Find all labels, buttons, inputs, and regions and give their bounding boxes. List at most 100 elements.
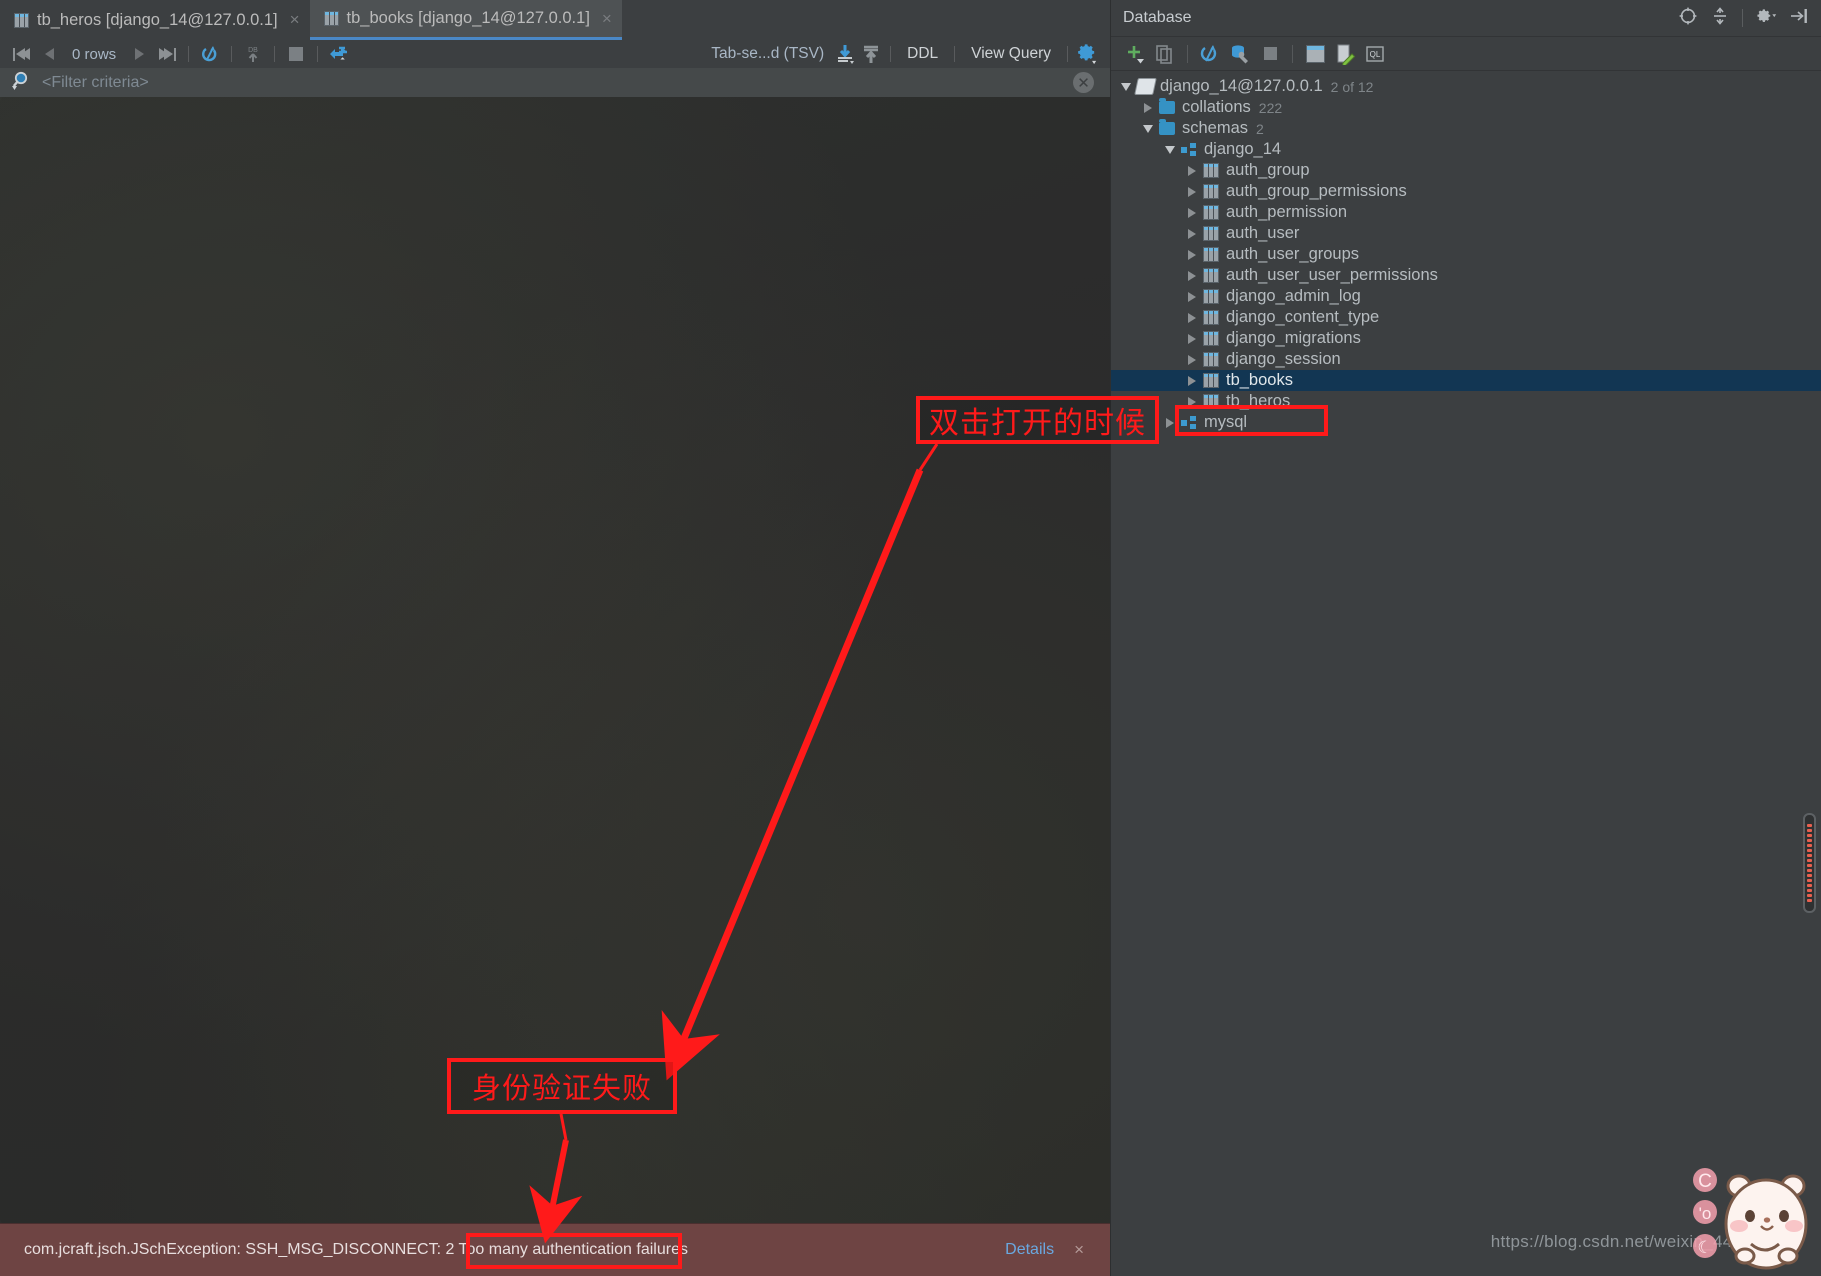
locate-icon[interactable]: [1678, 6, 1698, 31]
tab-tb-books[interactable]: tb_books [django_14@127.0.0.1] ×: [309, 0, 622, 40]
chevron-right-icon[interactable]: [1183, 333, 1201, 344]
toolbar-divider: [317, 46, 319, 62]
folder-icon: [1157, 98, 1177, 114]
tree-node-django-admin-log[interactable]: django_admin_log: [1111, 286, 1821, 307]
table-icon: [1201, 310, 1221, 325]
collapse-all-icon[interactable]: [1710, 6, 1730, 31]
tree-node-django-session[interactable]: django_session: [1111, 349, 1821, 370]
tree-node-label: auth_group: [1226, 161, 1310, 179]
svg-text:C: C: [1698, 1171, 1712, 1192]
tree-node-auth-group-permissions[interactable]: auth_group_permissions: [1111, 181, 1821, 202]
chevron-down-icon[interactable]: [1117, 82, 1135, 91]
tree-node-auth-user[interactable]: auth_user: [1111, 223, 1821, 244]
chevron-right-icon[interactable]: [1183, 291, 1201, 302]
result-toolbar: 0 rows DB Tab-se...d (TSV) DDL View Quer…: [0, 40, 1110, 69]
table-icon: [1201, 268, 1221, 283]
chevron-right-icon[interactable]: [1183, 354, 1201, 365]
header-divider: [1742, 9, 1743, 27]
tab-close-icon[interactable]: ×: [290, 10, 300, 30]
previous-row-icon[interactable]: [36, 42, 62, 66]
stop-icon[interactable]: [283, 42, 309, 66]
tree-node-label: auth_user_user_permissions: [1226, 266, 1438, 284]
chevron-right-icon[interactable]: [1183, 207, 1201, 218]
error-details-link[interactable]: Details: [1005, 1241, 1054, 1259]
open-table-editor-icon[interactable]: [1301, 41, 1329, 67]
toolbar-divider: [274, 46, 276, 62]
error-stripe-marker[interactable]: [1803, 813, 1816, 913]
tree-node-auth-group[interactable]: auth_group: [1111, 160, 1821, 181]
gear-icon[interactable]: [1074, 42, 1100, 66]
table-icon: [1201, 184, 1221, 199]
database-tree[interactable]: django_14@127.0.0.1 2 of 12 collations 222 s…: [1111, 71, 1821, 433]
row-count-label: 0 rows: [72, 45, 117, 63]
result-grid-area[interactable]: [0, 97, 1110, 1224]
tree-node-schemas[interactable]: schemas 2: [1111, 118, 1821, 139]
tab-label: tb_heros [django_14@127.0.0.1]: [37, 10, 278, 29]
table-icon: [1201, 289, 1221, 304]
annotation-auth-failed: 身份验证失败: [447, 1058, 677, 1114]
tree-node-auth-permission[interactable]: auth_permission: [1111, 202, 1821, 223]
first-row-icon[interactable]: [8, 42, 34, 66]
duplicate-icon[interactable]: [1151, 41, 1179, 67]
chevron-right-icon[interactable]: [1183, 249, 1201, 260]
tab-tb-heros[interactable]: tb_heros [django_14@127.0.0.1] ×: [0, 0, 310, 40]
open-ddl-editor-icon[interactable]: [1331, 41, 1359, 67]
annotation-tb-books-highlight: [1175, 405, 1328, 436]
tree-node-django-14[interactable]: django_14: [1111, 139, 1821, 160]
tree-node-auth-user-user-permissions[interactable]: auth_user_user_permissions: [1111, 265, 1821, 286]
error-close-icon[interactable]: ×: [1074, 1240, 1084, 1260]
datagrip-window: tb_heros [django_14@127.0.0.1] × tb_book…: [0, 0, 1821, 1276]
tree-node-django-migrations[interactable]: django_migrations: [1111, 328, 1821, 349]
chevron-right-icon[interactable]: [1139, 102, 1157, 113]
import-data-icon[interactable]: [858, 42, 884, 66]
tree-node-django-content-type[interactable]: django_content_type: [1111, 307, 1821, 328]
table-grid-icon: [323, 11, 339, 26]
filter-input[interactable]: <Filter criteria>: [42, 74, 149, 92]
bear-sticker-icon: C 'o ☾: [1693, 1164, 1813, 1276]
chevron-down-icon[interactable]: [1161, 145, 1179, 154]
ddl-button[interactable]: DDL: [897, 45, 948, 63]
hide-window-icon[interactable]: [1789, 6, 1809, 31]
transpose-icon[interactable]: [326, 42, 352, 66]
chevron-right-icon[interactable]: [1183, 228, 1201, 239]
magnifier-icon[interactable]: [12, 70, 32, 96]
chevron-right-icon[interactable]: [1183, 375, 1201, 386]
data-source-properties-icon[interactable]: [1226, 41, 1254, 67]
next-row-icon[interactable]: [126, 42, 152, 66]
gear-icon[interactable]: [1755, 6, 1777, 31]
database-tool-window: Database QL django_14@127.0.0.1 2 of 12 …: [1110, 0, 1821, 1276]
export-data-icon[interactable]: [832, 42, 858, 66]
tree-node-label: auth_group_permissions: [1226, 182, 1407, 200]
chevron-right-icon[interactable]: [1183, 312, 1201, 323]
table-icon: [1201, 163, 1221, 178]
open-query-console-icon[interactable]: QL: [1361, 41, 1389, 67]
output-format-label[interactable]: Tab-se...d (TSV): [703, 45, 832, 63]
reload-page-icon[interactable]: [197, 42, 223, 66]
chevron-right-icon[interactable]: [1183, 270, 1201, 281]
folder-icon: [1157, 119, 1177, 135]
tree-node-tb-books[interactable]: tb_books: [1111, 370, 1821, 391]
view-query-button[interactable]: View Query: [961, 45, 1061, 63]
chevron-right-icon[interactable]: [1183, 165, 1201, 176]
chevron-right-icon[interactable]: [1183, 186, 1201, 197]
tree-node-label: django_session: [1226, 350, 1341, 368]
synchronize-icon[interactable]: [1196, 41, 1224, 67]
annotation-error-highlight: [466, 1233, 682, 1269]
stop-icon[interactable]: [1256, 41, 1284, 67]
table-icon: [1201, 247, 1221, 262]
add-new-icon[interactable]: [1121, 41, 1149, 67]
tree-node-django-14-127-0-0-1[interactable]: django_14@127.0.0.1 2 of 12: [1111, 76, 1821, 97]
annotation-double-click: 双击打开的时候: [916, 396, 1159, 444]
tab-close-icon[interactable]: ×: [602, 9, 612, 29]
toolbar-divider: [231, 46, 233, 62]
submit-to-database-icon[interactable]: DB: [240, 42, 266, 66]
tree-node-label: django_14@127.0.0.1: [1160, 77, 1323, 95]
tree-node-collations[interactable]: collations 222: [1111, 97, 1821, 118]
last-row-icon[interactable]: [154, 42, 180, 66]
toolbar-divider: [890, 46, 892, 62]
close-circle-icon[interactable]: ✕: [1073, 72, 1094, 93]
tree-node-count: 2 of 12: [1330, 78, 1374, 95]
chevron-down-icon[interactable]: [1139, 124, 1157, 133]
tree-node-auth-user-groups[interactable]: auth_user_groups: [1111, 244, 1821, 265]
toolbar-divider: [1292, 44, 1293, 63]
